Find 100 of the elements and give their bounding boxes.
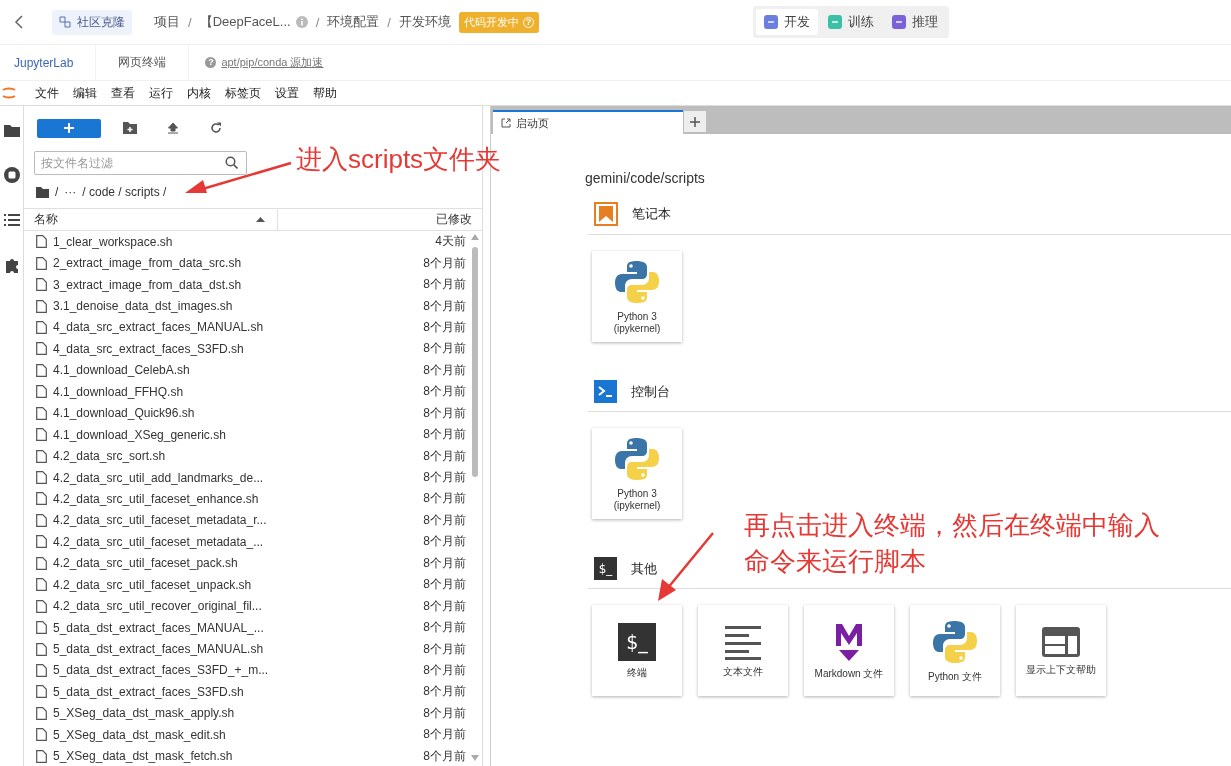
file-name[interactable]: 5_XSeg_data_dst_mask_apply.sh — [53, 706, 396, 721]
path-segment[interactable]: ··· — [64, 185, 77, 199]
file-name[interactable]: 4.1_download_Quick96.sh — [53, 406, 396, 421]
file-name[interactable]: 4.2_data_src_util_faceset_unpack.sh — [53, 577, 396, 592]
column-header[interactable]: 名称 — [34, 211, 58, 228]
file-name[interactable]: 1_clear_workspace.sh — [53, 234, 396, 249]
file-icon — [36, 535, 47, 549]
file-icon — [36, 621, 47, 635]
community-clone-badge[interactable]: 社区克隆 — [52, 9, 132, 35]
mirror-acceleration-link[interactable]: apt/pip/conda 源加速 — [221, 55, 324, 70]
puzzle-icon[interactable] — [3, 257, 20, 273]
file-name[interactable]: 5_XSeg_data_dst_mask_fetch.sh — [53, 749, 396, 764]
folder-plus-icon — [123, 122, 137, 134]
breadcrumb-item[interactable]: 环境配置 — [327, 13, 380, 31]
mode-tab[interactable]: 训练 — [820, 9, 882, 35]
file-name[interactable]: 3.1_denoise_data_dst_images.sh — [53, 299, 396, 314]
launcher-card[interactable]: 文本文件 — [698, 605, 788, 696]
launcher-card[interactable]: Markdown 文件 — [804, 605, 894, 696]
menu-item[interactable]: 文件 — [28, 84, 66, 102]
file-name[interactable]: 4.2_data_src_util_faceset_enhance.sh — [53, 491, 396, 506]
path-segment[interactable]: / code / scripts / — [82, 185, 167, 199]
file-name[interactable]: 4.2_data_src_util_recover_original_fil... — [53, 599, 396, 614]
modified-time: 8个月前 — [422, 576, 467, 594]
launch-icon — [501, 118, 511, 128]
launcher-card[interactable]: Python 文件 — [910, 605, 1000, 696]
menu-item[interactable]: 设置 — [268, 84, 306, 102]
python-logo-icon — [932, 618, 978, 665]
file-name[interactable]: 5_data_dst_extract_faces_MANUAL.sh — [53, 642, 396, 657]
menu-item[interactable]: 运行 — [142, 84, 180, 102]
file-name[interactable]: 5_XSeg_data_dst_mask_edit.sh — [53, 727, 396, 742]
menu-item[interactable]: 查看 — [104, 84, 142, 102]
file-name[interactable]: 4.2_data_src_util_add_landmarks_de... — [53, 470, 396, 485]
modified-time: 8个月前 — [422, 726, 467, 744]
modified-time: 8个月前 — [422, 640, 467, 658]
modified-time: 8个月前 — [422, 597, 467, 615]
modified-time: 8个月前 — [422, 254, 467, 272]
plus-icon — [64, 123, 74, 133]
file-icon — [36, 406, 47, 420]
filter-field[interactable]: 按文件名过滤 — [34, 151, 247, 175]
file-name[interactable]: 5_data_dst_extract_faces_S3FD_+_m... — [53, 663, 396, 678]
status-label: 代码开发中 — [463, 14, 519, 30]
folder-icon[interactable] — [36, 186, 49, 198]
menu-item[interactable]: 帮助 — [306, 84, 344, 102]
stop-circle-icon[interactable] — [3, 167, 20, 183]
folder-icon[interactable] — [3, 124, 20, 137]
column-header[interactable]: 已修改 — [278, 211, 482, 228]
add-tab-button[interactable] — [684, 111, 706, 132]
file-icon — [36, 256, 47, 270]
file-name[interactable]: 4.1_download_FFHQ.sh — [53, 384, 396, 399]
modified-time: 8个月前 — [422, 533, 467, 551]
sort-ascending-icon[interactable] — [256, 217, 265, 222]
python-logo-icon — [614, 435, 660, 482]
launcher-tab[interactable]: 启动页 — [493, 110, 683, 134]
file-icon — [36, 492, 47, 506]
launcher-card[interactable]: 显示上下文帮助 — [1016, 605, 1106, 696]
list-icon[interactable] — [3, 213, 20, 227]
file-icon — [36, 513, 47, 527]
mode-tab[interactable]: 推理 — [884, 9, 946, 35]
jupyter-logo-icon — [2, 85, 16, 101]
file-name[interactable]: 2_extract_image_from_data_src.sh — [53, 256, 396, 271]
modified-time: 8个月前 — [422, 511, 467, 529]
breadcrumb-item[interactable]: 项目 — [154, 13, 180, 31]
modified-time: 8个月前 — [422, 747, 467, 765]
file-name[interactable]: 4.2_data_src_sort.sh — [53, 449, 396, 464]
file-name[interactable]: 4_data_src_extract_faces_S3FD.sh — [53, 341, 396, 356]
menu-item[interactable]: 内核 — [180, 84, 218, 102]
python-logo-icon — [614, 258, 660, 305]
modified-time: 8个月前 — [422, 404, 467, 422]
launcher-card[interactable]: $_ 终端 — [592, 605, 682, 696]
launcher-card[interactable]: Python 3 (ipykernel) — [592, 251, 682, 342]
menu-item[interactable]: 标签页 — [218, 84, 268, 102]
breadcrumb-item[interactable]: 开发环境 — [398, 13, 451, 31]
clone-icon — [59, 16, 71, 28]
markdown-icon — [834, 621, 864, 662]
file-name[interactable]: 4.2_data_src_util_faceset_metadata_... — [53, 534, 396, 549]
back-icon[interactable] — [14, 15, 24, 29]
file-name[interactable]: 4.2_data_src_util_faceset_pack.sh — [53, 556, 396, 571]
text-lines-icon — [725, 623, 761, 660]
section-title: 控制台 — [631, 382, 670, 401]
path-segment[interactable]: / — [55, 185, 59, 199]
file-name[interactable]: 4_data_src_extract_faces_MANUAL.sh — [53, 320, 396, 335]
file-name[interactable]: 5_data_dst_extract_faces_MANUAL_... — [53, 620, 396, 635]
modified-time: 4天前 — [434, 233, 467, 251]
new-launcher-button[interactable] — [37, 118, 101, 138]
file-name[interactable]: 5_data_dst_extract_faces_S3FD.sh — [53, 684, 396, 699]
file-name[interactable]: 3_extract_image_from_data_dst.sh — [53, 277, 396, 292]
launcher-path: gemini/code/scripts — [585, 170, 706, 188]
annotation-text: 命令来运行脚本 — [744, 545, 927, 578]
modified-time: 8个月前 — [422, 683, 467, 701]
breadcrumb-item[interactable]: 【DeepFaceL... — [199, 13, 291, 31]
file-name[interactable]: 4.1_download_CelebA.sh — [53, 363, 396, 378]
mode-tab[interactable]: 开发 — [756, 9, 818, 35]
modified-time: 8个月前 — [422, 469, 467, 487]
file-icon — [36, 385, 47, 399]
file-name[interactable]: 4.1_download_XSeg_generic.sh — [53, 427, 396, 442]
file-icon — [36, 278, 47, 292]
menu-item[interactable]: 编辑 — [66, 84, 104, 102]
file-name[interactable]: 4.2_data_src_util_faceset_metadata_r... — [53, 513, 396, 528]
launcher-card[interactable]: Python 3 (ipykernel) — [592, 428, 682, 519]
modified-time: 8个月前 — [422, 426, 467, 444]
